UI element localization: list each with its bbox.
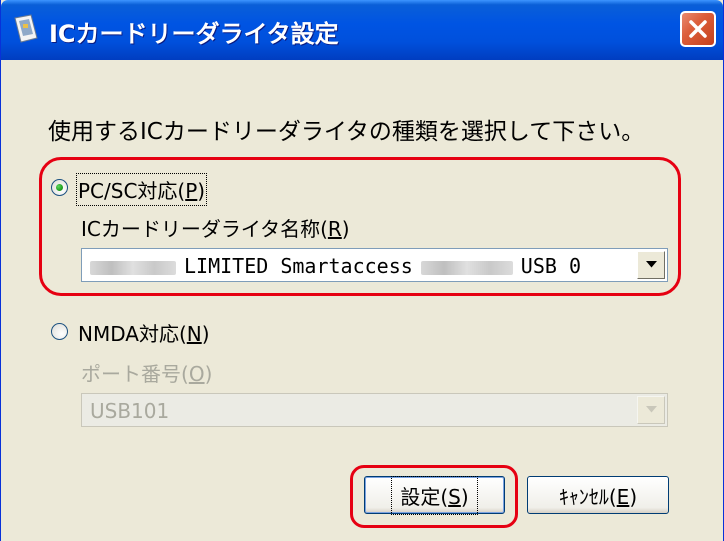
- close-button[interactable]: [680, 11, 716, 47]
- port-number-dropdown-button[interactable]: [637, 396, 665, 424]
- device-name-accesskey: R: [327, 217, 342, 241]
- radio-pcsc-label[interactable]: PC/SC対応(P): [75, 173, 208, 206]
- cancel-button[interactable]: ｷｬﾝｾﾙ(E): [527, 476, 669, 514]
- ok-button-accesskey: S: [448, 484, 461, 509]
- device-name-label-suffix: ): [341, 217, 350, 241]
- port-number-label-text: ポート番号(: [81, 362, 189, 386]
- ok-button[interactable]: 設定(S): [364, 475, 505, 515]
- port-number-select[interactable]: USB101: [81, 393, 668, 427]
- radio-pcsc[interactable]: [51, 179, 68, 196]
- redacted-text: [420, 260, 513, 275]
- radio-pcsc-label-suffix: ): [197, 179, 206, 203]
- cancel-button-text: ｷｬﾝｾﾙ(: [558, 484, 617, 509]
- radio-pcsc-accesskey: P: [185, 179, 198, 203]
- redacted-text: [90, 260, 176, 275]
- device-name-label: ICカードリーダライタ名称(R): [81, 213, 350, 242]
- port-number-label: ポート番号(O): [81, 358, 212, 387]
- radio-nmda-accesskey: N: [186, 322, 202, 346]
- ok-button-text: 設定(: [400, 484, 449, 509]
- dialog-window: ICカードリーダライタ設定 使用するICカードリーダライタの種類を選択して下さい…: [0, 0, 724, 541]
- port-number-label-suffix: ): [204, 362, 213, 386]
- cancel-button-accesskey: E: [616, 484, 630, 509]
- cancel-button-suffix: ): [629, 484, 638, 509]
- window-title: ICカードリーダライタ設定: [49, 20, 339, 48]
- radio-nmda-label-suffix: ): [201, 322, 210, 346]
- radio-selected-dot: [56, 184, 63, 191]
- radio-nmda[interactable]: [51, 323, 68, 340]
- chevron-down-icon: [646, 406, 657, 413]
- close-icon: [689, 20, 707, 38]
- instruction-text: 使用するICカードリーダライタの種類を選択して下さい。: [48, 119, 645, 145]
- card-reader-icon: [13, 14, 39, 44]
- port-number-accesskey: O: [188, 362, 205, 386]
- cancel-button-label: ｷｬﾝｾﾙ(E): [553, 479, 643, 512]
- chevron-down-icon: [646, 261, 657, 268]
- device-name-value: LIMITED Smartaccess USB 0: [90, 254, 581, 278]
- title-bar[interactable]: ICカードリーダライタ設定: [1, 0, 723, 60]
- ok-button-label: 設定(S): [391, 475, 478, 515]
- device-name-value-part2: USB 0: [520, 254, 581, 278]
- device-name-label-text: ICカードリーダライタ名称(: [81, 217, 328, 241]
- device-name-select[interactable]: LIMITED Smartaccess USB 0: [81, 248, 668, 282]
- ok-button-suffix: ): [460, 484, 469, 509]
- radio-pcsc-label-text: PC/SC対応(: [78, 179, 186, 203]
- device-name-value-part1: LIMITED Smartaccess: [184, 254, 413, 278]
- port-number-value: USB101: [90, 399, 170, 423]
- radio-nmda-label[interactable]: NMDA対応(N): [78, 318, 210, 347]
- radio-nmda-label-text: NMDA対応(: [78, 322, 187, 346]
- device-name-dropdown-button[interactable]: [637, 251, 665, 279]
